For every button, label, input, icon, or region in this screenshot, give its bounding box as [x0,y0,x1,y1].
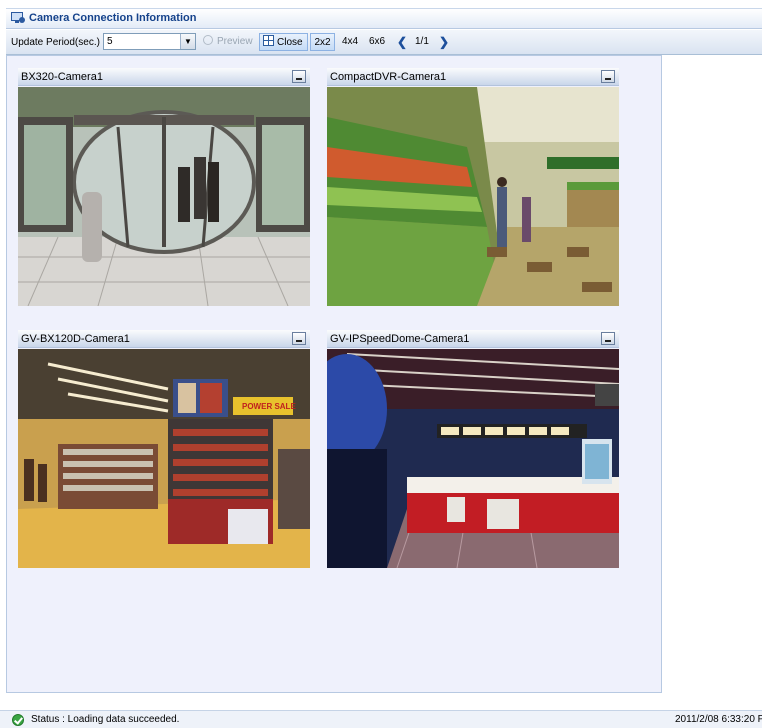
minimize-icon[interactable] [601,70,615,83]
camera-panel: GV-BX120D-Camera1 POWER SALE [18,330,310,568]
close-button[interactable]: Close [259,33,308,51]
next-page-icon[interactable]: ❯ [436,33,452,51]
camera-name: CompactDVR-Camera1 [330,71,447,83]
grid-layout-icon [263,35,274,46]
chevron-down-icon[interactable]: ▼ [180,34,195,49]
layout-6x6-button[interactable]: 6x6 [366,33,388,51]
camera-header: GV-BX120D-Camera1 [18,330,310,348]
camera-feed-image[interactable] [327,349,619,568]
preview-button[interactable]: Preview [200,33,256,51]
close-label: Close [277,37,303,48]
update-period-select[interactable]: 5 ▼ [103,33,196,50]
camera-panel: CompactDVR-Camera1 [327,68,619,306]
camera-name: BX320-Camera1 [21,71,103,83]
camera-feed-image[interactable]: POWER SALE [18,349,310,568]
page-indicator: 1/1 [415,36,429,47]
status-text: Status : Loading data succeeded. [31,714,180,725]
toolbar: Update Period(sec.) 5 ▼ Preview Close 2x… [6,30,762,55]
preview-label: Preview [217,36,253,47]
camera-feed-image[interactable] [327,87,619,306]
magnifier-icon [203,35,213,45]
status-timestamp: 2011/2/08 6:33:20 P [675,714,762,725]
minimize-icon[interactable] [292,70,306,83]
camera-header: BX320-Camera1 [18,68,310,86]
camera-name: GV-BX120D-Camera1 [21,333,130,345]
camera-header: CompactDVR-Camera1 [327,68,619,86]
camera-name: GV-IPSpeedDome-Camera1 [330,333,470,345]
power-sale-sign: POWER SALE [242,402,296,411]
camera-header: GV-IPSpeedDome-Camera1 [327,330,619,348]
layout-4x4-button[interactable]: 4x4 [339,33,361,51]
camera-feed-image[interactable] [18,87,310,306]
window-title: Camera Connection Information [29,12,197,24]
previous-page-icon[interactable]: ❮ [394,33,410,51]
camera-grid-panel: BX320-Camera1 CompactDVR-Camera1 GV-BX12… [6,55,662,693]
window-titlebar: Camera Connection Information [6,8,762,29]
camera-monitor-icon [11,12,25,23]
update-period-label: Update Period(sec.) [11,37,100,48]
camera-panel: GV-IPSpeedDome-Camera1 [327,330,619,568]
success-check-icon [12,714,24,726]
minimize-icon[interactable] [292,332,306,345]
camera-panel: BX320-Camera1 [18,68,310,306]
minimize-icon[interactable] [601,332,615,345]
update-period-value: 5 [107,36,113,47]
status-bar: Status : Loading data succeeded. 2011/2/… [0,710,762,728]
layout-2x2-button[interactable]: 2x2 [310,33,335,51]
